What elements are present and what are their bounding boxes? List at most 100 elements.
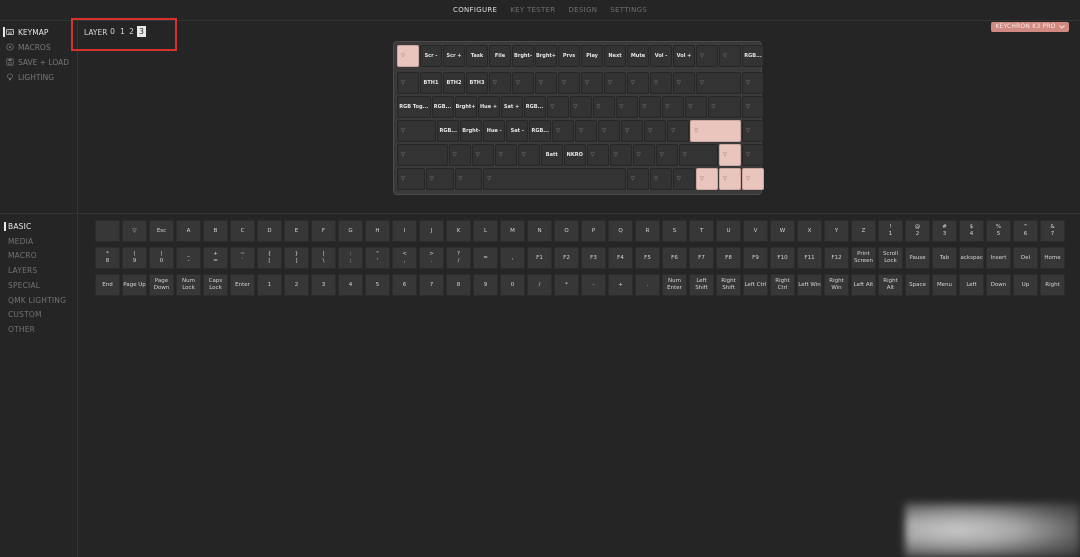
keymap-key[interactable]: RGB...: [431, 96, 454, 118]
category-basic[interactable]: BASIC: [8, 222, 32, 231]
keycode-button[interactable]: ? /: [446, 247, 471, 269]
keycode-button[interactable]: 1: [257, 274, 282, 296]
keycode-button[interactable]: Right Ctrl: [770, 274, 795, 296]
keymap-key[interactable]: ▽: [494, 144, 517, 166]
side-item-macros[interactable]: MACROS: [6, 41, 51, 53]
keymap-key[interactable]: RGB...: [742, 45, 764, 67]
keyboard-select-button[interactable]: KEYCHRON K3 PRO: [991, 22, 1069, 32]
keymap-key[interactable]: ▽: [742, 144, 764, 166]
keycode-button[interactable]: Down: [986, 274, 1011, 296]
keycode-button[interactable]: 0: [500, 274, 525, 296]
keymap-key[interactable]: RGB...: [529, 120, 552, 142]
keycode-button[interactable]: [95, 220, 120, 242]
keymap-key[interactable]: ▽: [592, 96, 615, 118]
tab-configure[interactable]: CONFIGURE: [453, 6, 497, 14]
keymap-key[interactable]: Next: [604, 45, 626, 67]
keycode-button[interactable]: Tab: [932, 247, 957, 269]
keycode-button[interactable]: D: [257, 220, 282, 242]
keymap-key[interactable]: ▽: [661, 96, 684, 118]
keycode-button[interactable]: Insert: [986, 247, 1011, 269]
keymap-key[interactable]: ▽: [627, 72, 649, 94]
keycode-button[interactable]: < ,: [392, 247, 417, 269]
keymap-key[interactable]: ▽: [627, 168, 649, 190]
keycode-button[interactable]: /: [527, 274, 552, 296]
keycode-button[interactable]: F4: [608, 247, 633, 269]
keymap-key[interactable]: ▽: [609, 144, 632, 166]
keycode-button[interactable]: Q: [608, 220, 633, 242]
keymap-key[interactable]: BTH3: [466, 72, 488, 94]
keymap-key[interactable]: ▽: [742, 120, 764, 142]
keycode-button[interactable]: F3: [581, 247, 606, 269]
category-media[interactable]: MEDIA: [8, 237, 33, 246]
keycode-button[interactable]: 5: [365, 274, 390, 296]
keycode-button[interactable]: | \: [311, 247, 336, 269]
keycode-button[interactable]: F5: [635, 247, 660, 269]
keycode-button[interactable]: H: [365, 220, 390, 242]
keymap-key[interactable]: RGB Tog...: [397, 96, 431, 118]
keycode-button[interactable]: 9: [473, 274, 498, 296]
keycode-button[interactable]: ^ 6: [1013, 220, 1038, 242]
keycode-button[interactable]: @ 2: [905, 220, 930, 242]
keycode-button[interactable]: B: [203, 220, 228, 242]
keycode-button[interactable]: * 8: [95, 247, 120, 269]
layer-option-2[interactable]: 2: [127, 26, 136, 37]
keycode-button[interactable]: Page Up: [122, 274, 147, 296]
keycode-button[interactable]: W: [770, 220, 795, 242]
keymap-key[interactable]: ▽: [719, 45, 741, 67]
keymap-key[interactable]: ▽: [667, 120, 690, 142]
keymap-key[interactable]: File: [489, 45, 511, 67]
category-qmk-lighting[interactable]: QMK LIGHTING: [8, 296, 66, 305]
keycode-button[interactable]: R: [635, 220, 660, 242]
keycode-button[interactable]: *: [554, 274, 579, 296]
keycode-button[interactable]: Enter: [230, 274, 255, 296]
keycode-button[interactable]: Space: [905, 274, 930, 296]
keycode-button[interactable]: O: [554, 220, 579, 242]
keymap-key[interactable]: ▽: [598, 120, 621, 142]
keycode-button[interactable]: Pause: [905, 247, 930, 269]
keycode-button[interactable]: Num Lock: [176, 274, 201, 296]
keymap-key[interactable]: ▽: [678, 144, 718, 166]
keymap-key[interactable]: ▽: [448, 144, 471, 166]
keycode-button[interactable]: " ': [365, 247, 390, 269]
keycode-button[interactable]: ,: [500, 247, 525, 269]
keycode-button[interactable]: J: [419, 220, 444, 242]
keymap-key[interactable]: RGB...: [437, 120, 460, 142]
keycode-button[interactable]: .: [635, 274, 660, 296]
layer-option-0[interactable]: 0: [108, 26, 117, 37]
keymap-key[interactable]: ▽: [397, 120, 437, 142]
keymap-key[interactable]: ▽: [397, 168, 425, 190]
keycode-button[interactable]: F7: [689, 247, 714, 269]
keycode-button[interactable]: M: [500, 220, 525, 242]
keymap-key[interactable]: Task: [466, 45, 488, 67]
keycode-button[interactable]: Right Shift: [716, 274, 741, 296]
keymap-key[interactable]: ▽: [535, 72, 557, 94]
keycode-button[interactable]: 3: [311, 274, 336, 296]
keycode-button[interactable]: { [: [257, 247, 282, 269]
keycode-button[interactable]: K: [446, 220, 471, 242]
keymap-key[interactable]: ▽: [673, 72, 695, 94]
keymap-key[interactable]: Batt: [540, 144, 563, 166]
keymap-key[interactable]: Play: [581, 45, 603, 67]
keymap-key[interactable]: BTH2: [443, 72, 465, 94]
keymap-key[interactable]: ▽: [512, 72, 534, 94]
keymap-key[interactable]: Brght+: [535, 45, 557, 67]
keycode-button[interactable]: _ -: [176, 247, 201, 269]
keymap-key[interactable]: ▽: [552, 120, 575, 142]
keycode-button[interactable]: Right Win: [824, 274, 849, 296]
keycode-button[interactable]: Left Ctrl: [743, 274, 768, 296]
keymap-key[interactable]: ▽: [632, 144, 655, 166]
keymap-key[interactable]: ▽: [489, 72, 511, 94]
keymap-key[interactable]: RGB...: [523, 96, 546, 118]
keymap-key[interactable]: ▽: [742, 72, 764, 94]
keymap-key[interactable]: ▽: [483, 168, 626, 190]
keymap-key[interactable]: ▽: [397, 45, 419, 67]
keycode-button[interactable]: F10: [770, 247, 795, 269]
side-item-lighting[interactable]: LIGHTING: [6, 71, 54, 83]
keymap-key[interactable]: ▽: [707, 96, 741, 118]
category-custom[interactable]: CUSTOM: [8, 310, 42, 319]
keycode-button[interactable]: : ;: [338, 247, 363, 269]
keycode-button[interactable]: V: [743, 220, 768, 242]
keycode-button[interactable]: 8: [446, 274, 471, 296]
keymap-key[interactable]: BTH1: [420, 72, 442, 94]
keymap-key[interactable]: ▽: [569, 96, 592, 118]
